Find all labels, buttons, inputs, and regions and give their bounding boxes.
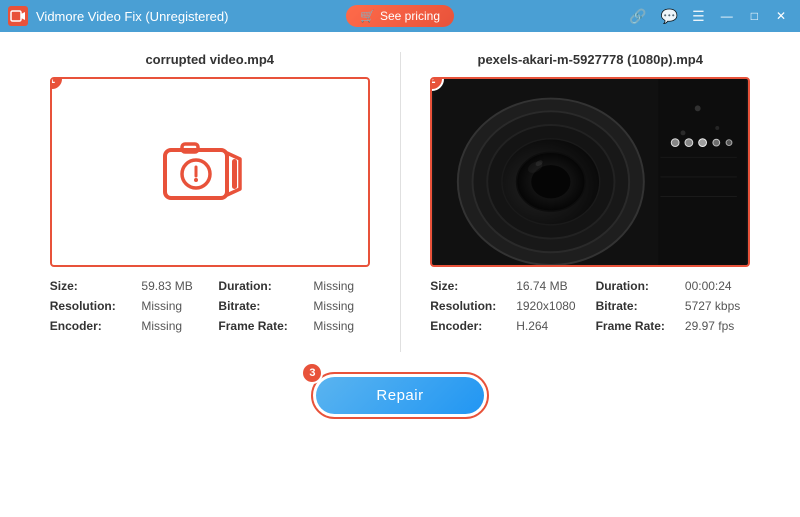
see-pricing-button[interactable]: 🛒 See pricing — [346, 5, 454, 27]
left-framerate-label: Frame Rate: — [218, 319, 303, 333]
left-resolution-label: Resolution: — [50, 299, 132, 313]
right-bitrate-label: Bitrate: — [596, 299, 675, 313]
right-encoder-label: Encoder: — [430, 319, 506, 333]
right-resolution-value: 1920x1080 — [516, 299, 585, 313]
app-title: Vidmore Video Fix (Unregistered) — [36, 9, 228, 24]
cart-icon: 🛒 — [360, 9, 375, 23]
right-size-label: Size: — [430, 279, 506, 293]
sample-video-frame: 2 — [430, 77, 750, 267]
repair-button-wrapper: 3 Repair — [311, 372, 488, 419]
menu-icon[interactable]: ☰ — [688, 6, 709, 27]
badge-1: 1 — [50, 77, 64, 91]
right-bitrate-value: 5727 kbps — [685, 299, 750, 313]
right-panel: pexels-akari-m-5927778 (1080p).mp4 2 — [411, 52, 771, 333]
corrupted-video-frame: 1 — [50, 77, 370, 267]
left-duration-value: Missing — [313, 279, 369, 293]
right-resolution-label: Resolution: — [430, 299, 506, 313]
left-bitrate-value: Missing — [313, 299, 369, 313]
right-duration-value: 00:00:24 — [685, 279, 750, 293]
left-duration-label: Duration: — [218, 279, 303, 293]
right-framerate-label: Frame Rate: — [596, 319, 675, 333]
bottom-section: 3 Repair — [30, 372, 770, 419]
chat-icon[interactable]: 💬 — [657, 6, 682, 27]
maximize-button[interactable]: □ — [745, 7, 764, 25]
panels-row: corrupted video.mp4 1 — [30, 52, 770, 352]
repair-btn-border: Repair — [311, 372, 488, 419]
repair-button[interactable]: Repair — [316, 377, 483, 414]
minimize-button[interactable]: — — [715, 7, 739, 25]
left-size-label: Size: — [50, 279, 132, 293]
right-info-grid: Size: 16.74 MB Duration: 00:00:24 Resolu… — [430, 279, 750, 333]
left-framerate-value: Missing — [313, 319, 369, 333]
camera-error-icon — [160, 135, 260, 210]
titlebar-left: Vidmore Video Fix (Unregistered) — [8, 6, 228, 26]
panel-divider — [400, 52, 401, 352]
app-logo — [8, 6, 28, 26]
main-content: corrupted video.mp4 1 — [0, 32, 800, 517]
right-framerate-value: 29.97 fps — [685, 319, 750, 333]
left-encoder-label: Encoder: — [50, 319, 132, 333]
titlebar: Vidmore Video Fix (Unregistered) 🛒 See p… — [0, 0, 800, 32]
left-encoder-value: Missing — [141, 319, 208, 333]
left-bitrate-label: Bitrate: — [218, 299, 303, 313]
right-duration-label: Duration: — [596, 279, 675, 293]
titlebar-controls: 🔗 💬 ☰ — □ ✕ — [625, 6, 792, 27]
left-info-grid: Size: 59.83 MB Duration: Missing Resolut… — [50, 279, 370, 333]
link-icon[interactable]: 🔗 — [625, 6, 650, 27]
left-panel-title: corrupted video.mp4 — [145, 52, 274, 67]
left-size-value: 59.83 MB — [141, 279, 208, 293]
left-resolution-value: Missing — [141, 299, 208, 313]
right-size-value: 16.74 MB — [516, 279, 585, 293]
left-panel: corrupted video.mp4 1 — [30, 52, 390, 333]
right-encoder-value: H.264 — [516, 319, 585, 333]
right-panel-title: pexels-akari-m-5927778 (1080p).mp4 — [478, 52, 703, 67]
pricing-label: See pricing — [380, 9, 440, 23]
close-button[interactable]: ✕ — [770, 7, 792, 25]
